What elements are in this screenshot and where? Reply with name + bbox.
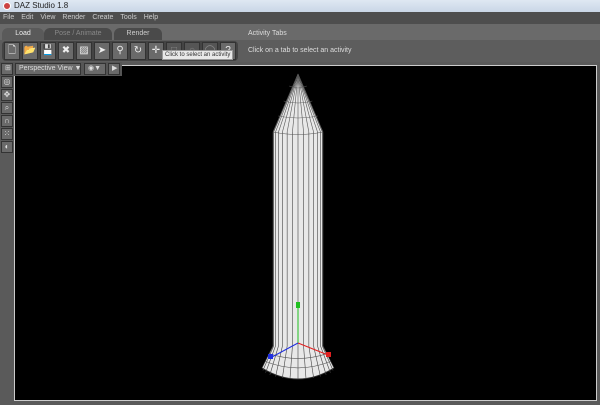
camera-icon: ◐: [4, 142, 10, 151]
open-folder-icon: 📂: [23, 45, 37, 56]
menu-create[interactable]: Create: [92, 12, 113, 24]
app-icon: [3, 2, 11, 10]
menu-tools[interactable]: Tools: [120, 12, 136, 24]
pan-button[interactable]: ✥: [1, 89, 13, 101]
new-file-icon: 🗋: [7, 45, 17, 56]
open-folder-button[interactable]: 📂: [22, 42, 38, 60]
pan-icon: ✥: [3, 90, 11, 99]
roll-button[interactable]: ∩: [1, 115, 13, 127]
menu-render[interactable]: Render: [62, 12, 85, 24]
save-button[interactable]: 💾: [40, 42, 56, 60]
rotate-button[interactable]: ↻: [130, 42, 146, 60]
orbit-button[interactable]: ◎: [1, 76, 13, 88]
rotate-icon: ↻: [133, 45, 143, 56]
frame-button[interactable]: ⁙: [1, 128, 13, 140]
bone-button[interactable]: ⚲: [112, 42, 128, 60]
delete-icon: ✖: [61, 45, 71, 56]
menu-bar: File Edit View Render Create Tools Help: [0, 12, 600, 24]
activity-tabs: Load Pose / Animate Render: [0, 24, 600, 40]
zoom-icon: ⌕: [4, 103, 10, 112]
shading-select[interactable]: ◉▼: [84, 63, 106, 75]
frame-icon: ⁙: [3, 129, 11, 138]
menu-file[interactable]: File: [3, 12, 14, 24]
menu-help[interactable]: Help: [144, 12, 158, 24]
image-button[interactable]: ▨: [76, 42, 92, 60]
tab-render[interactable]: Render: [114, 28, 162, 40]
delete-button[interactable]: ✖: [58, 42, 74, 60]
window-title: DAZ Studio 1.8: [14, 1, 69, 10]
zoom-button[interactable]: ⌕: [1, 102, 13, 114]
view-select[interactable]: Perspective View ▼: [15, 63, 81, 75]
y-axis-handle: [296, 302, 300, 308]
tab-pose-animate[interactable]: Pose / Animate: [44, 28, 112, 40]
move-icon: ✛: [151, 45, 161, 56]
bone-icon: ⚲: [116, 45, 124, 56]
rocket-mesh: [261, 73, 335, 380]
z-axis-handle: [268, 354, 273, 359]
viewport-tools: ◎ ✥ ⌕ ∩ ⁙ ◐: [1, 76, 14, 153]
chevron-down-icon: ▼: [94, 65, 102, 72]
x-axis-handle: [326, 352, 331, 357]
camera-button[interactable]: ◐: [1, 141, 13, 153]
orbit-icon: ◎: [3, 77, 11, 86]
play-button[interactable]: ▶: [108, 63, 120, 75]
roll-icon: ∩: [4, 116, 10, 125]
layout-grid-button[interactable]: ⊞: [1, 63, 13, 75]
viewport-bar: ⊞ Perspective View ▼ ◉▼ ▶: [0, 62, 122, 76]
tab-load[interactable]: Load: [2, 28, 44, 40]
play-icon: ▶: [112, 65, 118, 72]
activity-hint: Click on a tab to select an activity: [248, 47, 352, 54]
chevron-down-icon: ▼: [74, 65, 82, 72]
title-bar: DAZ Studio 1.8: [0, 0, 600, 12]
menu-view[interactable]: View: [40, 12, 55, 24]
image-icon: ▨: [79, 45, 89, 56]
3d-viewport[interactable]: [14, 65, 597, 401]
view-label: Perspective View: [19, 65, 73, 72]
activity-tabs-title: Activity Tabs: [248, 30, 287, 37]
select-arrow-button[interactable]: ➤: [94, 42, 110, 60]
tooltip: Click to select an activity: [162, 50, 234, 60]
menu-edit[interactable]: Edit: [21, 12, 33, 24]
new-file-button[interactable]: 🗋: [4, 42, 20, 60]
save-icon: 💾: [41, 45, 55, 56]
select-arrow-icon: ➤: [97, 45, 107, 56]
